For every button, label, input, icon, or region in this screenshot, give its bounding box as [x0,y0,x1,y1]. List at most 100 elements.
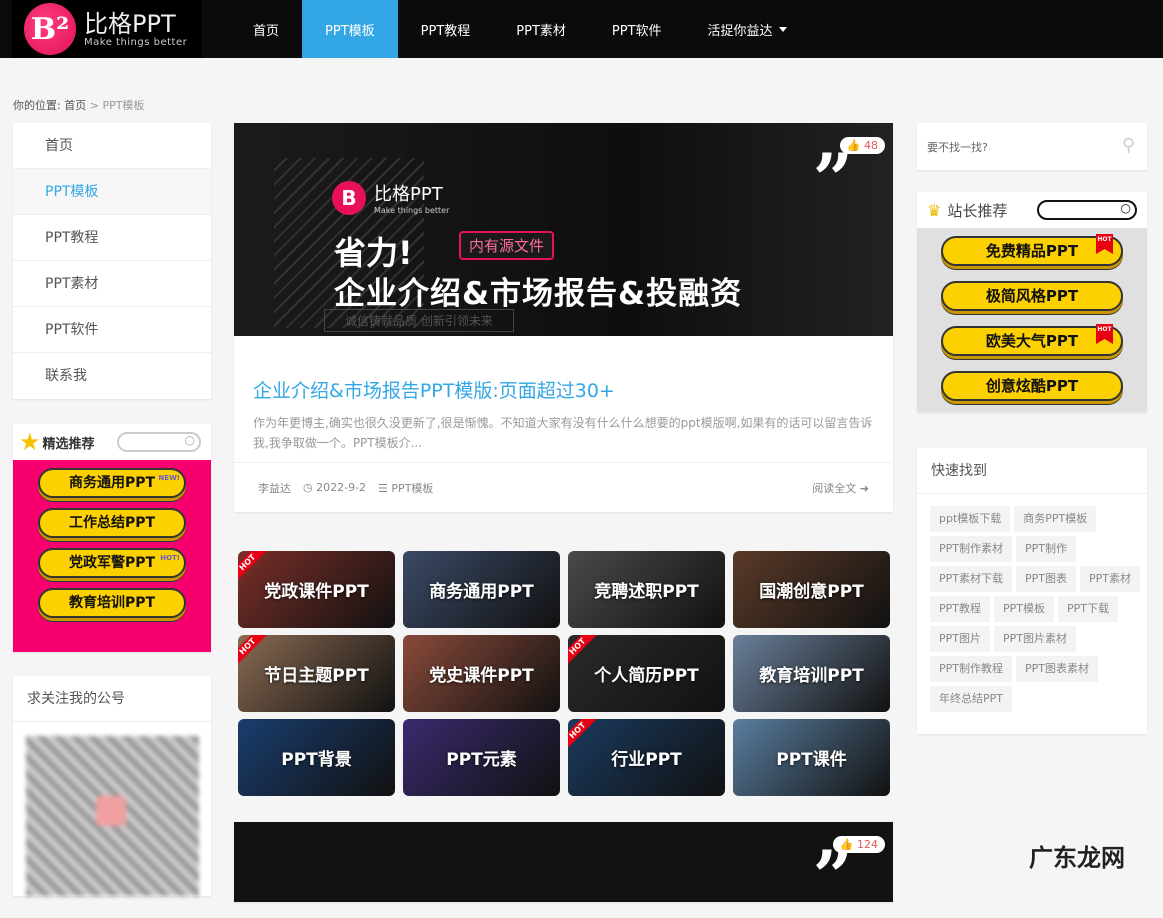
post-excerpt: 作为年更博主,确实也很久没更新了,很是惭愧。不知道大家有没有什么什么想要的ppt… [253,413,874,453]
tag-link[interactable]: PPT模板 [994,596,1054,622]
logo-tagline: Make things better [84,37,187,48]
category-tile[interactable]: PPT课件 [733,719,890,796]
site-logo[interactable]: B² 比格PPTMake things better [12,0,202,58]
sidebar-search[interactable]: 要不找一找? ⚲ [917,123,1147,170]
nav-user-dropdown[interactable]: 活捉你益达 [685,0,810,58]
category-tile[interactable]: PPT元素 [403,719,560,796]
category-tile[interactable]: 个人简历PPTHOT [568,635,725,712]
tag-link[interactable]: PPT下载 [1058,596,1118,622]
clock-icon: ◷ [303,481,313,494]
category-tile[interactable]: PPT背景 [238,719,395,796]
post-date: ◷ 2022-9-2 [303,481,366,494]
category-grid: 党政课件PPTHOT商务通用PPT竞聘述职PPT国潮创意PPT 节日主题PPTHO… [238,551,891,796]
caret-down-icon [779,27,787,32]
hot-badge: HOT [568,719,599,752]
post-category[interactable]: ☰ PPT模板 [378,480,433,496]
hot-ribbon: HOT [1096,234,1113,254]
hot-tag: HOT! [160,553,180,563]
nav-ppt-templates[interactable]: PPT模板 [302,0,398,58]
menu-item-contact[interactable]: 联系我 [13,353,211,399]
logo-title: 比格PPT [84,11,187,37]
menu-item-ppt-templates[interactable]: PPT模板 [13,169,211,215]
menu-item-ppt-materials[interactable]: PPT素材 [13,261,211,307]
post-title-link[interactable]: 企业介绍&市场报告PPT模版:页面超过30+ [253,376,893,403]
tag-link[interactable]: 商务PPT模板 [1014,506,1096,532]
recommend-button[interactable]: 免费精品PPT HOT [941,236,1123,266]
tag-link[interactable]: ppt模板下载 [930,506,1010,532]
category-tile[interactable]: 节日主题PPTHOT [238,635,395,712]
search-icon: ○ [1121,201,1131,215]
quote-icon: ” [813,145,853,215]
nav-ppt-tutorials[interactable]: PPT教程 [398,0,494,58]
tag-link[interactable]: PPT教程 [930,596,990,622]
nav-label: PPT模板 [325,20,375,39]
wechat-follow-widget: 求关注我的公号 [13,676,211,896]
nav-label: PPT教程 [421,20,471,39]
button-label: 创意炫酷PPT [986,377,1078,395]
logo-mark: B² [24,3,76,55]
tag-link[interactable]: PPT制作素材 [930,536,1012,562]
category-tile[interactable]: 党史课件PPT [403,635,560,712]
like-button[interactable]: 👍 48 [840,137,885,154]
tag-link[interactable]: 年终总结PPT [930,686,1012,712]
button-label: 工作总结PPT [69,515,155,531]
hot-ribbon: HOT [1096,324,1113,344]
recommend-button[interactable]: 欧美大气PPTHOT [941,326,1123,356]
button-label: 免费精品PPT [986,242,1078,260]
search-icon: ○ [185,433,195,447]
tag-link[interactable]: PPT图表 [1016,566,1076,592]
widget-search-input[interactable]: ○ [1037,200,1137,220]
category-tile[interactable]: 党政课件PPTHOT [238,551,395,628]
recommend-button[interactable]: 极简风格PPT [941,281,1123,311]
star-icon: ★ [19,428,41,456]
nav-label: 活捉你益达 [708,20,773,39]
post-thumbnail[interactable]: B比格PPTMake things better 省力! 内有源文件 企业介绍&… [234,123,893,336]
category-label: 行业PPT [611,745,682,770]
category-tile[interactable]: 商务通用PPT [403,551,560,628]
chevron-right-circle-icon: ➜ [860,482,869,495]
nav-label: PPT软件 [612,20,662,39]
post-author[interactable]: 李益达 [258,480,291,496]
hero-brand: 比格PPT [374,184,443,205]
left-menu: 首页 PPT模板 PPT教程 PPT素材 PPT软件 联系我 [13,123,211,399]
category-tile[interactable]: 行业PPT HOT [568,719,725,796]
menu-item-ppt-software[interactable]: PPT软件 [13,307,211,353]
search-icon[interactable]: ⚲ [1122,135,1135,156]
widget-title: 快速找到 [917,448,1147,494]
tag-link[interactable]: PPT图表素材 [1016,656,1098,682]
read-more-link[interactable]: 阅读全文 ➜ [812,480,869,496]
nav-label: 首页 [253,20,279,39]
button-label: 商务通用PPT [69,475,155,491]
recommend-button[interactable]: 创意炫酷PPT [941,371,1123,401]
nav-home[interactable]: 首页 [230,0,302,58]
nav-ppt-software[interactable]: PPT软件 [589,0,685,58]
tag-link[interactable]: PPT图片 [930,626,990,652]
nav-ppt-materials[interactable]: PPT素材 [493,0,589,58]
tag-cloud: ppt模板下载商务PPT模板PPT制作素材PPT制作PPT素材下载PPT图表PP… [917,494,1147,712]
tag-link[interactable]: PPT制作教程 [930,656,1012,682]
recommend-button[interactable]: 工作总结PPT [38,508,186,538]
recommend-button[interactable]: 党政军警PPT HOT! [38,548,186,578]
category-tile[interactable]: 竞聘述职PPT [568,551,725,628]
tag-link[interactable]: PPT素材 [1080,566,1140,592]
tag-link[interactable]: PPT素材下载 [930,566,1012,592]
post-card-2[interactable]: ” 👍 124 [234,822,893,902]
category-label: 教育培训PPT [759,661,864,686]
tag-link[interactable]: PPT图片素材 [994,626,1076,652]
top-header: B² 比格PPTMake things better 首页 PPT模板 PPT教… [0,0,1163,58]
new-tag: NEW! [158,473,180,483]
category-tile[interactable]: 教育培训PPT [733,635,890,712]
breadcrumb-home-link[interactable]: 首页 [64,99,86,112]
button-label: 教育培训PPT [69,595,155,611]
category-tile[interactable]: 国潮创意PPT [733,551,890,628]
widget-search-input[interactable]: ○ [117,432,201,452]
recommend-button[interactable]: 教育培训PPT [38,588,186,618]
tag-link[interactable]: PPT制作 [1016,536,1076,562]
search-placeholder: 要不找一找? [927,141,988,154]
hero-line2: 企业介绍&市场报告&投融资 [334,268,742,313]
like-button[interactable]: 👍 124 [833,836,885,853]
menu-item-home[interactable]: 首页 [13,123,211,169]
menu-item-ppt-tutorials[interactable]: PPT教程 [13,215,211,261]
button-label: 党政军警PPT [69,555,155,571]
recommend-button[interactable]: 商务通用PPTNEW! [38,468,186,498]
